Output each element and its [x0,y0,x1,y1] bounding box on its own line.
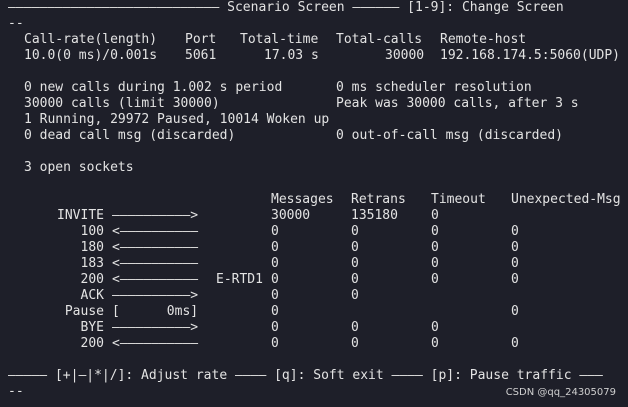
message-direction-arrow: <—————————— [112,336,199,351]
pause-duration: [ 0ms] [112,304,199,319]
unexpected-count: 0 [511,304,519,319]
timeout-count: 0 [431,208,439,223]
retrans-count: 0 [351,320,359,335]
column-header-retrans: Retrans [351,192,406,207]
footer-continuation: -- [8,384,24,399]
unexpected-count: 0 [511,256,519,271]
messages-count: 0 [271,272,279,287]
keyboard-shortcuts-footer: ————— [+|—|*|/]: Adjust rate ———— [q]: S… [8,368,603,383]
peak-calls-stat: Peak was 30000 calls, after 3 s [336,96,579,111]
running-paused-stat: 1 Running, 29972 Paused, 10014 Woken up [24,112,330,127]
message-note: E-RTD1 [216,272,263,287]
dead-call-msg-stat: 0 dead call msg (discarded) [24,128,236,143]
messages-count: 0 [271,320,279,335]
retrans-count: 135180 [351,208,398,223]
messages-count: 0 [271,304,279,319]
messages-count: 0 [271,240,279,255]
scheduler-resolution-stat: 0 ms scheduler resolution [336,80,532,95]
messages-count: 0 [271,224,279,239]
scenario-screen-title-line: ——————————————————————————— Scenario Scr… [8,0,564,15]
unexpected-count: 0 [511,272,519,287]
message-direction-arrow: ——————————> [112,288,199,303]
message-name: ACK [80,288,104,303]
retrans-count: 0 [351,288,359,303]
timeout-count: 0 [431,240,439,255]
summary-header-remote-host: Remote-host [440,32,527,47]
summary-value-total-time: 17.03 s [264,48,319,63]
column-header-unexpected-msg: Unexpected-Msg [511,192,621,207]
new-calls-stat: 0 new calls during 1.002 s period [24,80,283,95]
timeout-count: 0 [431,272,439,287]
retrans-count: 0 [351,240,359,255]
message-direction-arrow: ——————————> [112,208,199,223]
title-continuation: -- [8,16,24,31]
retrans-count: 0 [351,256,359,271]
message-name: 183 [80,256,104,271]
timeout-count: 0 [431,256,439,271]
summary-header-call-rate: Call-rate(length) [24,32,158,47]
summary-value-total-calls: 30000 [385,48,425,63]
message-direction-arrow: <—————————— [112,224,199,239]
summary-header-port: Port [185,32,217,47]
messages-count: 0 [271,288,279,303]
timeout-count: 0 [431,224,439,239]
message-name: Pause [64,304,104,319]
message-direction-arrow: ——————————> [112,320,199,335]
messages-count: 0 [271,336,279,351]
open-sockets-stat: 3 open sockets [24,160,134,175]
message-direction-arrow: <—————————— [112,272,199,287]
message-name: 200 [80,336,104,351]
summary-value-port: 5061 [185,48,217,63]
timeout-count: 0 [431,320,439,335]
message-direction-arrow: <—————————— [112,256,199,271]
messages-count: 30000 [271,208,311,223]
message-name: 100 [80,224,104,239]
messages-count: 0 [271,256,279,271]
timeout-count: 0 [431,336,439,351]
column-header-messages: Messages [271,192,334,207]
message-name: 200 [80,272,104,287]
summary-header-total-time: Total-time [240,32,319,47]
message-name: BYE [80,320,104,335]
retrans-count: 0 [351,272,359,287]
message-direction-arrow: <—————————— [112,240,199,255]
unexpected-count: 0 [511,224,519,239]
summary-value-call-rate: 10.0(0 ms)/0.001s [24,48,158,63]
message-name: INVITE [57,208,104,223]
calls-limit-stat: 30000 calls (limit 30000) [24,96,220,111]
retrans-count: 0 [351,224,359,239]
column-header-timeout: Timeout [431,192,486,207]
watermark: CSDN @qq_24305079 [505,387,616,398]
unexpected-count: 0 [511,336,519,351]
out-of-call-msg-stat: 0 out-of-call msg (discarded) [336,128,563,143]
summary-value-remote-host: 192.168.174.5:5060(UDP) [440,48,621,63]
summary-header-total-calls: Total-calls [336,32,423,47]
retrans-count: 0 [351,336,359,351]
terminal-screen: ——————————————————————————— Scenario Scr… [0,0,628,407]
unexpected-count: 0 [511,240,519,255]
message-name: 180 [80,240,104,255]
